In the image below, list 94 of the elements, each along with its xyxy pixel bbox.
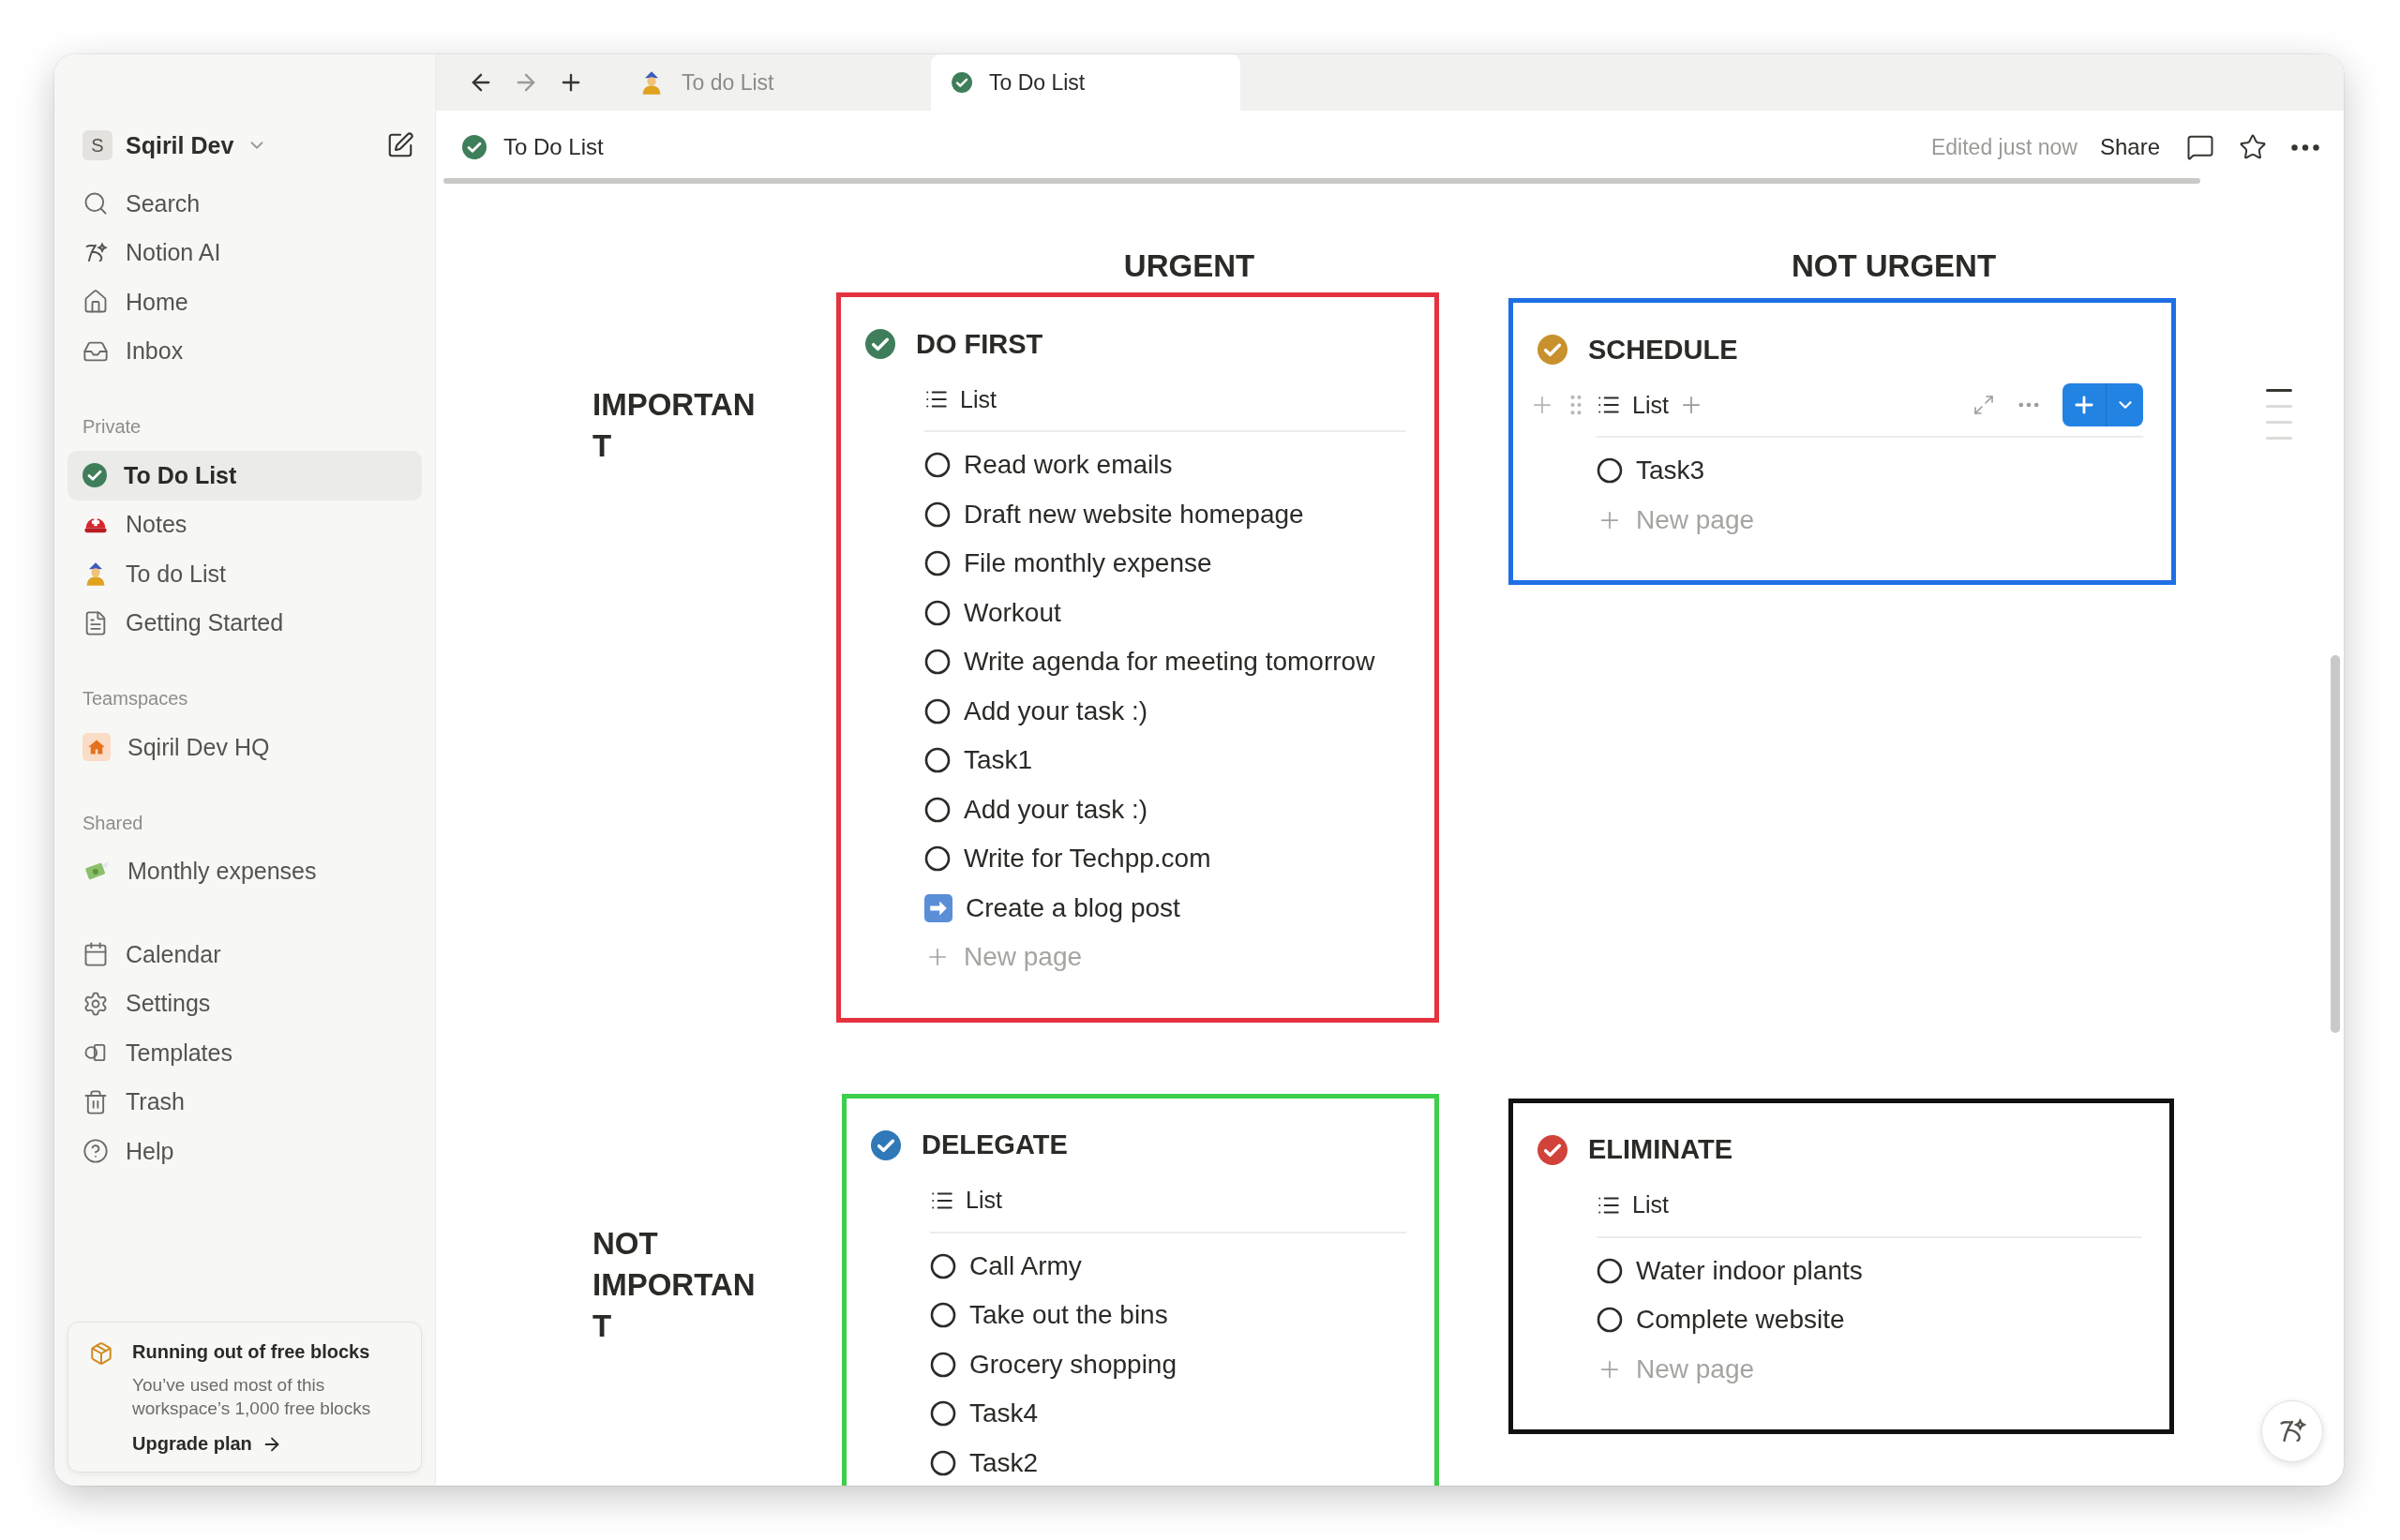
circle-icon[interactable] [930,1351,956,1378]
circle-icon[interactable] [924,845,951,873]
quadrant-title[interactable]: ELIMINATE [1588,1134,1733,1165]
column-heading: NOT URGENT [1790,247,1998,285]
sidebar-item[interactable]: Monthly expenses [68,846,422,896]
circle-icon[interactable] [930,1400,956,1428]
tab[interactable]: To Do List [931,54,1240,111]
section-label: Private [82,415,142,439]
task-title[interactable]: Task3 [1636,456,1705,486]
list-view-tab[interactable]: List [1597,391,1678,419]
task-title[interactable]: Task1 [964,745,1033,776]
list-view-tab[interactable]: List [930,1187,1012,1214]
task-title[interactable]: Take out the bins [969,1300,1168,1331]
task-title[interactable]: Add your task :) [964,794,1148,825]
new-item-button[interactable] [2062,383,2143,426]
calendar-icon [82,941,109,968]
task-title[interactable]: Create a blog post [966,892,1180,923]
task-title[interactable]: Write agenda for meeting tomorrow [964,647,1375,678]
trash-icon [82,1088,109,1115]
star-icon [2239,133,2267,161]
task-title[interactable]: Task2 [969,1447,1039,1478]
sidebar-item[interactable]: Notion AI [68,228,422,277]
circle-icon[interactable] [924,649,951,676]
circle-icon[interactable] [924,501,951,528]
task-title[interactable]: Water indoor plants [1636,1255,1863,1286]
share-button[interactable]: Share [2093,130,2166,164]
expand-icon[interactable] [1972,394,1995,416]
arrow-square-icon [924,893,952,922]
column-heading: URGENT [1122,247,1256,285]
list-view-tab[interactable]: List [1597,1191,1678,1219]
task-title[interactable]: Call Army [969,1250,1082,1281]
circle-icon[interactable] [924,452,951,479]
more-icon [2291,143,2319,151]
sidebar-item[interactable]: Settings [68,979,422,1028]
circle-icon[interactable] [924,599,951,626]
outline-drawing[interactable] [2266,389,2292,440]
vertical-scrollbar[interactable] [2331,655,2340,1033]
sidebar-item[interactable]: Notes [68,500,422,549]
row-heading: IMPORTANT [592,386,757,465]
circle-icon[interactable] [924,796,951,823]
task-title[interactable]: File monthly expense [964,548,1212,579]
sidebar-item[interactable]: Help [68,1127,422,1176]
task-title[interactable]: Workout [964,597,1061,628]
sidebar-item[interactable]: Home [68,277,422,327]
circle-icon[interactable] [1597,457,1623,485]
new-page-icon[interactable] [386,131,414,159]
task-title[interactable]: Grocery shopping [969,1349,1177,1380]
task-title[interactable]: Read work emails [964,450,1173,481]
quadrant-title[interactable]: DO FIRST [916,328,1043,360]
circle-icon[interactable] [924,550,951,577]
page-title[interactable]: To Do List [503,134,1914,160]
sidebar-item[interactable]: Inbox [68,326,422,376]
row-heading: NOT IMPORTANT [592,1224,757,1345]
checkmark-circle-icon [82,463,107,488]
workspace-name[interactable]: Sqiril Dev [126,131,234,159]
comment-icon [2186,133,2214,161]
task-title[interactable]: Add your task :) [964,695,1148,726]
package-icon [89,1341,113,1366]
sidebar-item[interactable]: To do List [68,549,422,599]
task-title[interactable]: Task4 [969,1398,1039,1429]
sidebar-item[interactable]: Calendar [68,930,422,979]
quadrant-title[interactable]: DELEGATE [922,1129,1068,1160]
list-view-tab[interactable]: List [924,385,1006,413]
section-label: Teamspaces [82,687,189,710]
edit-status: Edited just now [1930,134,2078,160]
quadrant-title[interactable]: SCHEDULE [1588,334,1738,366]
sidebar-item[interactable]: Sqiril Dev HQ [68,723,422,772]
section-label: Shared [82,811,144,835]
card-title: Running out of free blocks [132,1341,371,1364]
circle-icon[interactable] [930,1449,956,1476]
task-title[interactable]: Draft new website homepage [964,499,1304,530]
checkmark-circle-icon [952,72,972,93]
house-icon [82,733,111,762]
sidebar-item[interactable]: To Do List [68,451,422,501]
card-text: You’ve used most of this workspace’s 1,000 free blocks [132,1374,372,1420]
task-title[interactable]: Complete website [1636,1305,1845,1336]
sidebar-item[interactable]: Search [68,179,422,229]
circle-icon[interactable] [930,1252,956,1279]
horizontal-scrollbar[interactable] [443,178,2200,184]
circle-icon[interactable] [1597,1257,1623,1284]
sidebar-item[interactable]: Templates [68,1028,422,1078]
sidebar-item[interactable]: Trash [68,1077,422,1127]
checkmark-circle-icon [462,135,487,159]
workspace-avatar[interactable]: S [82,130,112,160]
circle-icon[interactable] [924,697,951,725]
circle-icon[interactable] [1597,1307,1623,1334]
settings-icon [82,990,109,1017]
upgrade-link[interactable]: Upgrade plan [132,1433,282,1455]
circle-icon[interactable] [930,1302,956,1329]
sidebar-item[interactable]: Getting Started [68,598,422,648]
ai-button[interactable] [2261,1400,2323,1462]
task-title[interactable]: Write for Techpp.com [964,844,1211,875]
help-icon [82,1138,109,1165]
circle-icon[interactable] [924,747,951,774]
